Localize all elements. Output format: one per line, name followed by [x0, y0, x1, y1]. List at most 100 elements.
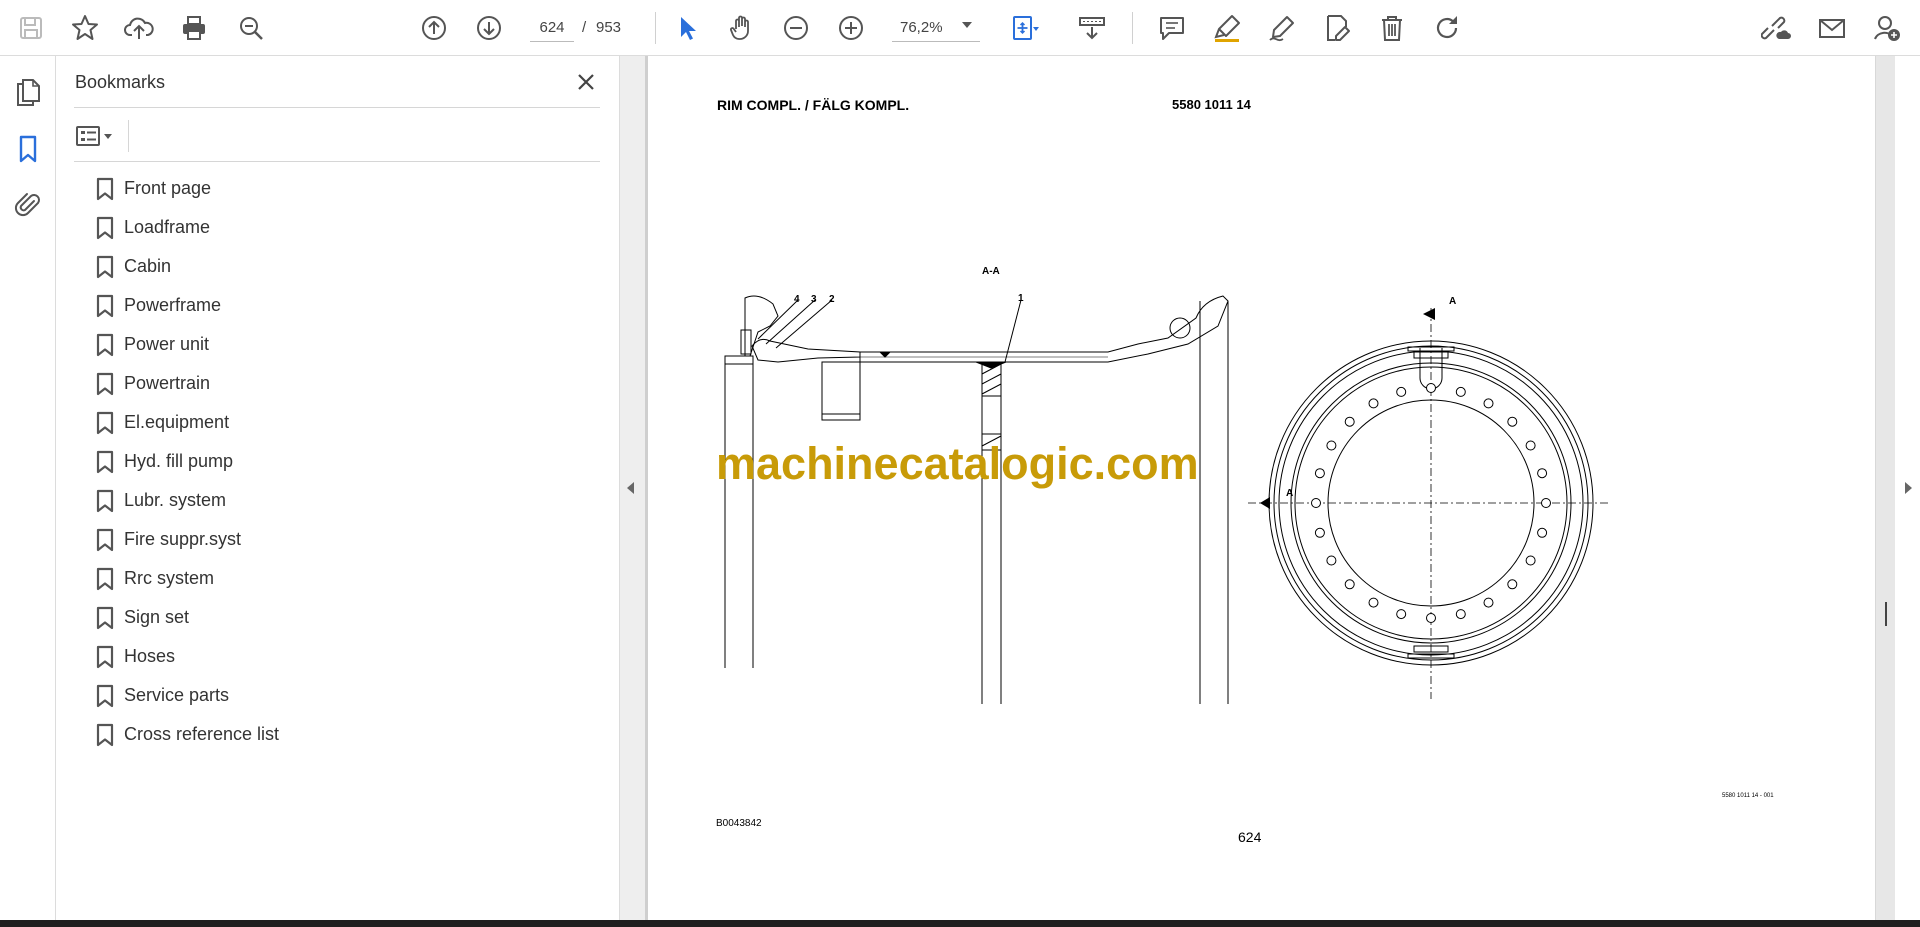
bookmark-icon [96, 255, 114, 278]
top-toolbar: / 953 76,2% [0, 0, 1920, 56]
highlight-icon[interactable] [1208, 9, 1246, 47]
vertical-scrollbar[interactable] [1875, 56, 1895, 922]
bookmark-item-9[interactable]: Lubr. system [96, 481, 596, 520]
bookmark-item-10[interactable]: Fire suppr.syst [96, 520, 596, 559]
bookmark-label: Sign set [124, 607, 190, 627]
bookmark-options-button[interactable] [74, 119, 122, 153]
page-separator: / [582, 19, 587, 36]
rotate-icon[interactable] [1428, 9, 1466, 47]
navigation-rail [0, 56, 56, 922]
drawing-reference: 5580 1011 14 - 001 [1722, 793, 1774, 799]
bookmarks-panel: Bookmarks Front page Loadframe Cabin Pow… [56, 56, 620, 922]
hand-tool-icon[interactable] [723, 9, 761, 47]
bookmark-icon [96, 216, 114, 239]
previous-page-icon[interactable] [415, 9, 453, 47]
bolt-hole [1455, 609, 1466, 620]
delete-trash-icon[interactable] [1373, 9, 1411, 47]
page-thumbnails-icon[interactable] [10, 74, 46, 110]
bookmark-item-2[interactable]: Loadframe [96, 208, 596, 247]
fit-page-icon[interactable] [1005, 9, 1043, 47]
chevron-down-icon[interactable] [962, 22, 972, 28]
bolt-hole [1483, 597, 1494, 608]
bolt-hole [1344, 416, 1355, 427]
bolt-hole [1344, 579, 1355, 590]
bookmark-item-6[interactable]: Powertrain [96, 364, 596, 403]
bookmark-item-14[interactable]: Service parts [96, 676, 596, 715]
bolt-hole [1541, 498, 1551, 508]
divider [74, 161, 600, 162]
bolt-hole [1368, 597, 1379, 608]
bolt-hole [1483, 398, 1494, 409]
zoom-in-icon[interactable] [832, 9, 870, 47]
zoom-search-icon[interactable] [232, 9, 270, 47]
attachments-icon[interactable] [10, 186, 46, 222]
callout-1: 1 [1018, 293, 1024, 304]
draw-pen-icon[interactable] [1263, 9, 1301, 47]
bolt-hole [1426, 613, 1436, 623]
bolt-hole [1311, 498, 1321, 508]
zoom-level-value: 76,2% [900, 19, 943, 36]
bookmark-label: Powerframe [124, 295, 222, 315]
zoom-level-select[interactable]: 76,2% [892, 14, 980, 42]
page-number-label: 624 [1238, 829, 1262, 845]
share-link-icon[interactable] [1757, 9, 1795, 47]
bookmark-icon [96, 645, 114, 668]
bolt-hole [1525, 555, 1536, 566]
bookmark-item-11[interactable]: Rrc system [96, 559, 596, 598]
bookmarks-title: Bookmarks [75, 72, 166, 92]
bookmark-icon [96, 450, 114, 473]
bookmark-label: Power unit [124, 334, 210, 354]
bookmark-label: Loadframe [124, 217, 211, 237]
bookmark-label: Fire suppr.syst [124, 529, 242, 549]
bolt-hole [1396, 609, 1407, 620]
callout-2: 2 [829, 294, 835, 305]
bookmark-icon [96, 372, 114, 395]
close-icon[interactable] [572, 68, 600, 96]
bookmark-icon [96, 567, 114, 590]
section-marker-top: A [1449, 296, 1456, 307]
bookmark-item-15[interactable]: Cross reference list [96, 715, 596, 754]
bookmark-label: Hyd. fill pump [124, 451, 234, 471]
bolt-hole [1326, 440, 1337, 451]
select-cursor-icon[interactable] [668, 9, 706, 47]
email-icon[interactable] [1813, 9, 1851, 47]
bookmark-item-12[interactable]: Sign set [96, 598, 596, 637]
taskbar-edge [0, 920, 1920, 927]
bolt-hole [1426, 383, 1436, 393]
bookmark-item-13[interactable]: Hoses [96, 637, 596, 676]
divider [74, 107, 600, 108]
bookmark-item-3[interactable]: Cabin [96, 247, 596, 286]
bookmark-item-5[interactable]: Power unit [96, 325, 596, 364]
bookmarks-icon[interactable] [10, 131, 46, 167]
upload-cloud-icon[interactable] [120, 9, 158, 47]
bookmark-icon [96, 684, 114, 707]
bookmark-label: Cross reference list [124, 724, 280, 744]
bookmark-item-1[interactable]: Front page [96, 169, 596, 208]
bookmark-icon [96, 528, 114, 551]
bolt-hole [1507, 416, 1518, 427]
zoom-out-icon[interactable] [777, 9, 815, 47]
expand-tools-arrow-icon[interactable] [1905, 482, 1912, 494]
page-total: 953 [596, 19, 622, 36]
next-page-icon[interactable] [470, 9, 508, 47]
bookmark-item-4[interactable]: Powerframe [96, 286, 596, 325]
star-icon[interactable] [66, 9, 104, 47]
comment-icon[interactable] [1153, 9, 1191, 47]
collapse-panel-arrow-icon[interactable] [627, 482, 634, 494]
bookmark-label: Front page [124, 178, 212, 198]
scrollbar-thumb[interactable] [1885, 602, 1887, 626]
bookmark-item-7[interactable]: El.equipment [96, 403, 596, 442]
bookmark-icon [96, 723, 114, 746]
bolt-hole [1314, 527, 1325, 538]
bookmark-item-8[interactable]: Hyd. fill pump [96, 442, 596, 481]
user-add-icon[interactable] [1868, 9, 1906, 47]
bolt-hole [1507, 579, 1518, 590]
bolt-hole [1455, 386, 1466, 397]
callout-4: 4 [794, 294, 800, 305]
save-icon[interactable] [12, 9, 50, 47]
edit-text-icon[interactable] [1318, 9, 1356, 47]
page-number-input[interactable] [530, 14, 574, 42]
print-icon[interactable] [175, 9, 213, 47]
scroll-mode-icon[interactable] [1073, 9, 1111, 47]
bookmark-label: Service parts [124, 685, 230, 705]
